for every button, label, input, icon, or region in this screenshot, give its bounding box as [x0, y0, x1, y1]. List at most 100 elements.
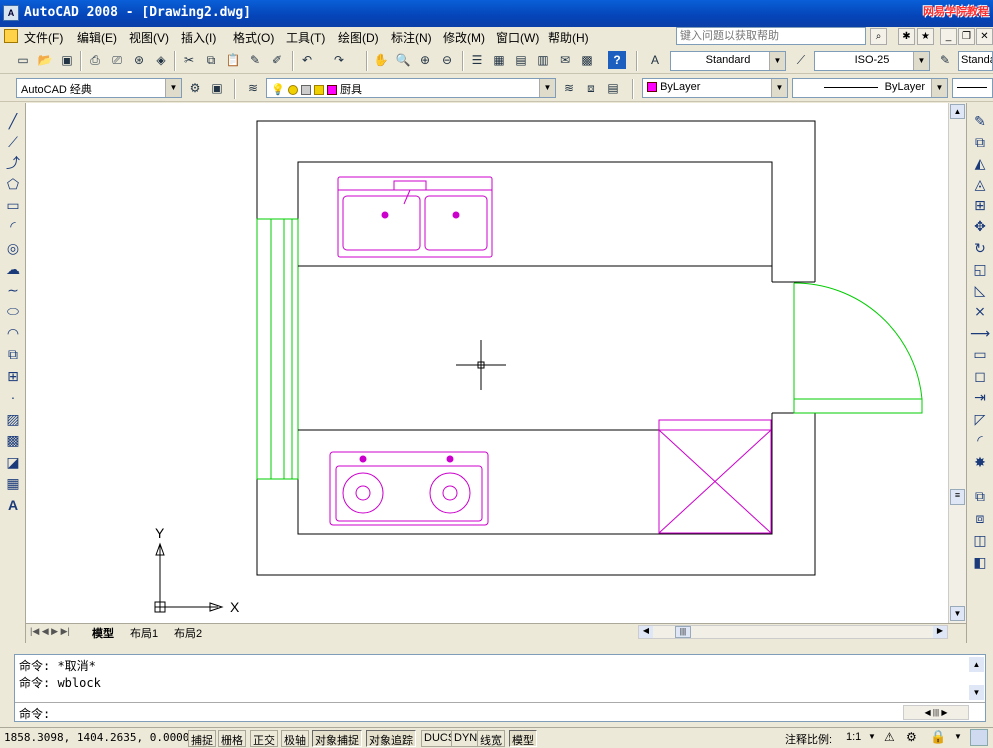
chevron-down-icon[interactable]: ▼	[868, 732, 876, 741]
join-icon[interactable]: ⇥	[970, 388, 990, 407]
print-icon[interactable]: ⎙	[86, 51, 104, 69]
circle-icon[interactable]: ◎	[3, 239, 23, 258]
horizontal-scrollbar[interactable]: ◀ ||| ▶	[638, 625, 948, 639]
table-icon[interactable]: ▦	[3, 474, 23, 493]
color-select[interactable]: ByLayer ▼	[642, 78, 788, 98]
ortho-toggle[interactable]: 正交	[250, 730, 278, 747]
command-window[interactable]: 命令: *取消* 命令: wblock 命令: ▲ ▼ ◀ ||| ▶	[14, 654, 986, 722]
tab-nav-arrows-icon[interactable]: |◀ ◀ ▶ ▶|	[30, 626, 70, 637]
communication-center-icon[interactable]: ✱	[898, 28, 915, 45]
table-style-icon[interactable]: ✎	[936, 51, 954, 69]
text-style-select[interactable]: Standard ▼	[670, 51, 786, 71]
model-toggle[interactable]: 模型	[509, 730, 537, 747]
text-style-icon[interactable]: A	[646, 51, 664, 69]
save-icon[interactable]: ▣	[58, 51, 76, 69]
spline-icon[interactable]: ∼	[3, 281, 23, 300]
send-under-icon[interactable]: ◧	[970, 553, 990, 572]
workspace-select[interactable]: AutoCAD 经典 ▼	[16, 78, 182, 98]
search-icon[interactable]: ⌕	[870, 28, 887, 45]
menu-tools[interactable]: 工具(T)	[286, 29, 325, 46]
scroll-up-icon[interactable]: ▲	[950, 104, 965, 119]
linetype-select[interactable]: ByLayer ▼	[792, 78, 948, 98]
move-icon[interactable]: ✥	[970, 217, 990, 236]
scale-icon[interactable]: ◱	[970, 260, 990, 279]
revision-cloud-icon[interactable]: ☁	[3, 260, 23, 279]
cmd-hscroll[interactable]: ◀ ||| ▶	[903, 705, 969, 720]
ellipse-arc-icon[interactable]: ◠	[3, 324, 23, 343]
make-block-icon[interactable]: ⊞	[3, 367, 23, 386]
tab-model[interactable]: 模型	[92, 625, 114, 641]
menu-insert[interactable]: 插入(I)	[181, 29, 216, 46]
annotation-visibility-icon[interactable]: ⚠	[884, 730, 895, 744]
pan-icon[interactable]: ✋	[372, 51, 390, 69]
construction-line-icon[interactable]: ⟋	[3, 133, 23, 152]
cut-icon[interactable]: ✂	[180, 51, 198, 69]
layer-states-icon[interactable]: ▤	[604, 79, 622, 97]
menu-edit[interactable]: 编辑(E)	[77, 29, 117, 46]
snap-toggle[interactable]: 捕捉	[188, 730, 216, 747]
fillet-icon[interactable]: ◜	[970, 431, 990, 450]
cmd-scroll-up-icon[interactable]: ▲	[969, 657, 984, 672]
autocad-app-icon[interactable]: A	[3, 5, 19, 21]
zoom-realtime-icon[interactable]: 🔍	[394, 51, 412, 69]
undo-icon[interactable]: ↶	[298, 51, 316, 69]
annotation-scale-value[interactable]: 1:1	[846, 731, 861, 743]
layer-manager-icon[interactable]: ≋	[244, 79, 262, 97]
scroll-left-icon[interactable]: ◀	[639, 626, 653, 638]
scroll-down-icon[interactable]: ▼	[950, 606, 965, 621]
insert-block-icon[interactable]: ⧉	[3, 345, 23, 364]
table-style-select[interactable]: Standard	[958, 51, 993, 71]
restore-icon[interactable]: ❐	[958, 28, 975, 45]
status-menu-icon[interactable]: ▼	[954, 732, 962, 741]
sheet-set-icon[interactable]: ▥	[534, 51, 552, 69]
make-current-layer-icon[interactable]: ≋	[560, 79, 578, 97]
markup-icon[interactable]: ✉	[556, 51, 574, 69]
lineweight-select[interactable]	[952, 78, 993, 98]
menu-file[interactable]: 文件(F)	[24, 29, 63, 46]
scroll-thumb[interactable]: ≡	[950, 489, 965, 505]
open-icon[interactable]: 📂	[36, 51, 54, 69]
osnap-toggle[interactable]: 对象捕捉	[312, 730, 362, 747]
design-center-icon[interactable]: ▦	[490, 51, 508, 69]
grid-toggle[interactable]: 栅格	[218, 730, 246, 747]
workspace-settings-icon[interactable]: ⚙	[186, 79, 204, 97]
print-preview-icon[interactable]: ⎚	[108, 51, 126, 69]
publish-icon[interactable]: ⊛	[130, 51, 148, 69]
command-input[interactable]	[59, 705, 899, 719]
menu-format[interactable]: 格式(O)	[233, 29, 274, 46]
zoom-window-icon[interactable]: ⊕	[416, 51, 434, 69]
minimize-icon[interactable]: _	[940, 28, 957, 45]
auto-scale-icon[interactable]: ⚙	[906, 730, 917, 744]
rectangle-icon[interactable]: ▭	[3, 196, 23, 215]
break-at-point-icon[interactable]: ▭	[970, 345, 990, 364]
trim-icon[interactable]: ⨯	[970, 302, 990, 321]
tool-palettes-icon[interactable]: ▤	[512, 51, 530, 69]
draw-order-front-icon[interactable]: ⧉	[970, 487, 990, 506]
lineweight-toggle[interactable]: 线宽	[477, 730, 505, 747]
new-icon[interactable]: ▭	[14, 51, 32, 69]
block-editor-icon[interactable]: ✐	[268, 51, 286, 69]
dim-style-icon[interactable]: ⟋	[792, 51, 810, 69]
dim-style-select[interactable]: ISO-25 ▼	[814, 51, 930, 71]
stretch-icon[interactable]: ◺	[970, 281, 990, 300]
layer-previous-icon[interactable]: ⧈	[582, 79, 600, 97]
menu-draw[interactable]: 绘图(D)	[338, 29, 379, 46]
polar-toggle[interactable]: 极轴	[281, 730, 309, 747]
layer-select[interactable]: 💡 厨具 ▼	[266, 78, 556, 98]
menu-window[interactable]: 窗口(W)	[496, 29, 539, 46]
my-workspace-icon[interactable]: ▣	[208, 79, 226, 97]
bring-above-icon[interactable]: ◫	[970, 531, 990, 550]
rotate-icon[interactable]: ↻	[970, 239, 990, 258]
tab-layout2[interactable]: 布局2	[174, 625, 202, 641]
properties-icon[interactable]: ☰	[468, 51, 486, 69]
lock-icon[interactable]: 🔒	[930, 729, 946, 745]
chamfer-icon[interactable]: ◸	[970, 410, 990, 429]
arc-icon[interactable]: ◜	[3, 217, 23, 236]
close-icon[interactable]: ✕	[976, 28, 993, 45]
clean-screen-icon[interactable]	[970, 729, 988, 746]
otrack-toggle[interactable]: 对象追踪	[366, 730, 416, 747]
copy-icon[interactable]: ⧉	[202, 51, 220, 69]
zoom-previous-icon[interactable]: ⊖	[438, 51, 456, 69]
hscroll-thumb[interactable]: |||	[675, 626, 691, 638]
help-icon[interactable]: ?	[608, 51, 626, 69]
